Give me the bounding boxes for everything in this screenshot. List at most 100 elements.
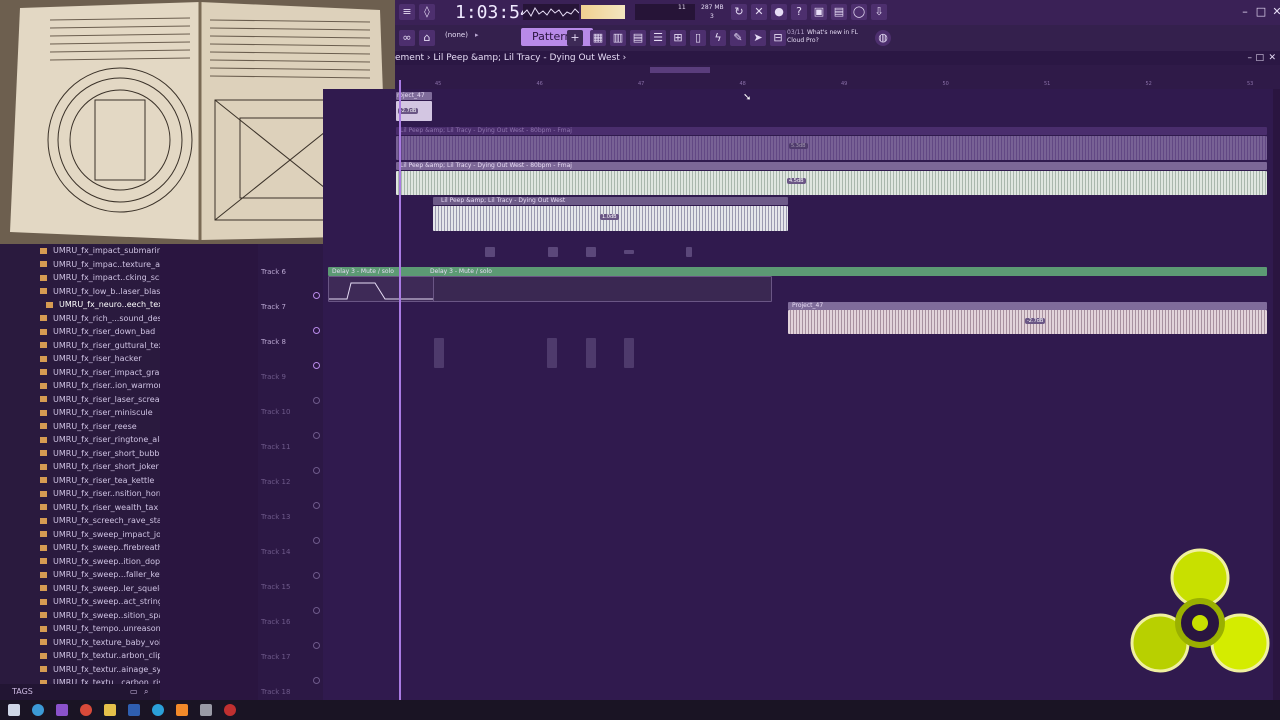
scroll-handle[interactable]	[650, 67, 710, 73]
sample-clip[interactable]	[434, 338, 444, 368]
clip-project-b[interactable]: -2.7dB	[788, 310, 1267, 334]
clip-song-b[interactable]: 4.5dB	[396, 171, 1267, 195]
track-select-dot[interactable]	[313, 327, 320, 334]
cart-icon[interactable]: ⊟	[770, 30, 786, 46]
track-header[interactable]: Track 17	[261, 653, 290, 661]
plug-icon[interactable]: ϟ	[710, 30, 726, 46]
playlist-icon[interactable]: ▦	[590, 30, 606, 46]
track-select-dot[interactable]	[313, 607, 320, 614]
track-select-dot[interactable]	[313, 292, 320, 299]
help-icon[interactable]: ?	[791, 4, 807, 20]
search-icon[interactable]: ⌕	[144, 684, 148, 700]
mic-icon[interactable]: ●	[771, 4, 787, 20]
tag-icon[interactable]: ✎	[730, 30, 746, 46]
windows-start-icon[interactable]	[8, 704, 20, 716]
fl-studio-icon[interactable]	[176, 704, 188, 716]
track-select-dot[interactable]	[313, 677, 320, 684]
pattern-marker[interactable]	[686, 247, 692, 257]
browser-item[interactable]: UMRU_fx_riser_laser_scream	[0, 393, 160, 407]
news-line2[interactable]: Cloud Pro?	[787, 37, 819, 44]
browser-item[interactable]: UMRU_fx_riser_miniscule	[0, 406, 160, 420]
file-explorer-icon[interactable]	[104, 704, 116, 716]
track-header[interactable]: Track 18	[261, 688, 290, 696]
clip-song-a-header[interactable]: Lil Peep &amp; Lil Tracy - Dying Out Wes…	[396, 127, 1267, 135]
browser-item[interactable]: UMRU_fx_riser..ion_warmonger	[0, 379, 160, 393]
link-icon[interactable]: ∞	[399, 30, 415, 46]
browser-item[interactable]: UMRU_fx_rich_...sound_design	[0, 312, 160, 326]
track-select-dot[interactable]	[313, 397, 320, 404]
close-icon[interactable]: ✕	[1269, 4, 1280, 20]
track-header[interactable]: Track 13	[261, 513, 290, 521]
sample-clip[interactable]	[586, 338, 596, 368]
track-select-dot[interactable]	[313, 502, 320, 509]
save-icon[interactable]: ▣	[811, 4, 827, 20]
browser-item[interactable]: UMRU_fx_riser_impact_grainy	[0, 366, 160, 380]
browser-item[interactable]: UMRU_fx_riser_tea_kettle	[0, 474, 160, 488]
track-header[interactable]: Track 10	[261, 408, 290, 416]
browser-item[interactable]: UMRU_fx_tempo..unreasonable	[0, 622, 160, 636]
browser-view-icon[interactable]: ⊞	[670, 30, 686, 46]
plugin-icon[interactable]: ▯	[690, 30, 706, 46]
sample-clip[interactable]	[547, 338, 557, 368]
browser-item[interactable]: UMRU_fx_riser_short_bubbler	[0, 447, 160, 461]
browser-item[interactable]: UMRU_fx_sweep..ler_squelcher	[0, 582, 160, 596]
track-header[interactable]: Track 11	[261, 443, 290, 451]
browser-item[interactable]: UMRU_fx_riser_guttural_texture	[0, 339, 160, 353]
chat-icon[interactable]: ◯	[851, 4, 867, 20]
automation-clip-b[interactable]	[433, 276, 772, 302]
pattern-marker[interactable]	[485, 247, 495, 257]
playhead[interactable]	[399, 80, 401, 700]
maximize-icon[interactable]: □	[1253, 4, 1269, 20]
browser-item[interactable]: UMRU_fx_neuro..eech_texture	[0, 298, 160, 312]
browser-item[interactable]: UMRU_fx_riser..nsition_horror	[0, 487, 160, 501]
news-line1[interactable]: What's new in FL	[807, 29, 858, 36]
browser-item[interactable]: UMRU_fx_impac..texture_alarm	[0, 258, 160, 272]
folder-icon[interactable]: ▭	[130, 684, 138, 700]
clip-project-top[interactable]: roject_47	[396, 92, 432, 100]
track-select-dot[interactable]	[313, 362, 320, 369]
track-header[interactable]: Track 12	[261, 478, 290, 486]
browser-item[interactable]: UMRU_fx_sweep..ition_doppler	[0, 555, 160, 569]
clip-song-a[interactable]: 5.3dB	[396, 136, 1267, 160]
track-select-dot[interactable]	[313, 467, 320, 474]
tempo-icon[interactable]: ◊	[419, 4, 435, 20]
browser-item[interactable]: UMRU_fx_sweep...faller_kettle	[0, 568, 160, 582]
browser-item[interactable]: UMRU_fx_riser_hacker	[0, 352, 160, 366]
window-close-icon[interactable]: ✕	[1268, 51, 1276, 65]
browser-item[interactable]: UMRU_fx_riser_down_bad	[0, 325, 160, 339]
mixer-view-icon[interactable]: ☰	[650, 30, 666, 46]
track-header[interactable]: Track 14	[261, 548, 290, 556]
pattern-marker[interactable]	[548, 247, 558, 257]
timeline-ruler[interactable]: 45 46 47 48 49 50 51 52 53	[395, 65, 1280, 89]
track-select-dot[interactable]	[313, 537, 320, 544]
browser-item[interactable]: UMRU_fx_sweep..sition_sparks	[0, 609, 160, 623]
track-select-dot[interactable]	[313, 432, 320, 439]
track-header[interactable]: Track 7	[261, 303, 286, 311]
snap-arrow-icon[interactable]: ▸	[475, 31, 479, 39]
snap-select[interactable]: (none)	[445, 31, 468, 39]
browser-item[interactable]: UMRU_fx_sweep..act_stringent	[0, 595, 160, 609]
clip-audio-top[interactable]: -2.7dB	[396, 101, 432, 121]
menu-icon[interactable]: ≡	[399, 4, 415, 20]
piano-roll-icon[interactable]: ▥	[610, 30, 626, 46]
chrome-icon[interactable]	[80, 704, 92, 716]
clip-song-b-header[interactable]: Lil Peep &amp; Lil Tracy - Dying Out Wes…	[396, 162, 1267, 170]
automation-clip-a[interactable]	[328, 276, 435, 302]
track-select-dot[interactable]	[313, 572, 320, 579]
browser-item[interactable]: UMRU_fx_textur..ainage_system	[0, 663, 160, 677]
minimize-icon[interactable]: –	[1237, 4, 1253, 20]
clip-project-b-header[interactable]: Project_47	[788, 302, 1267, 310]
track-header[interactable]: Track 6	[261, 268, 286, 276]
track-header[interactable]: Track 8	[261, 338, 286, 346]
track-select-dot[interactable]	[313, 642, 320, 649]
browser-item[interactable]: UMRU_fx_sweep_impact_joker	[0, 528, 160, 542]
clip-song-c-header[interactable]: Lil Peep &amp; Lil Tracy - Dying Out Wes…	[433, 197, 788, 205]
app-icon[interactable]	[56, 704, 68, 716]
automation-header[interactable]: Delay 3 - Mute / solo Delay 3 - Mute / s…	[328, 267, 1267, 276]
track-header[interactable]: Track 9	[261, 373, 286, 381]
loop-icon[interactable]: ↻	[731, 4, 747, 20]
browser-item[interactable]: UMRU_fx_riser_short_joker	[0, 460, 160, 474]
clip-song-c[interactable]: 1.0dB	[433, 206, 788, 231]
browser-item[interactable]: UMRU_fx_riser_reese	[0, 420, 160, 434]
browser-item[interactable]: UMRU_fx_textur..arbon_clipper	[0, 649, 160, 663]
